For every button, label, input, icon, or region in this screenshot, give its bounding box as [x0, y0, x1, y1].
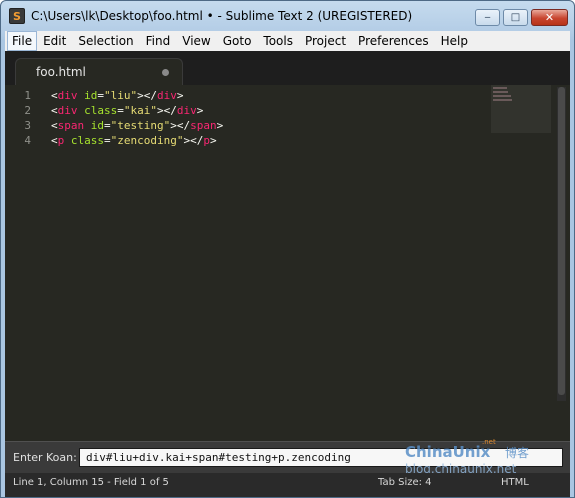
- tab-foo-html[interactable]: foo.html: [15, 58, 183, 85]
- code-token: <: [51, 89, 58, 102]
- tab-size-indicator[interactable]: Tab Size: 4: [378, 477, 432, 488]
- code-token: >: [216, 119, 224, 132]
- menu-goto[interactable]: Goto: [217, 31, 258, 51]
- code-token: id: [90, 119, 104, 132]
- code-token: div: [57, 104, 78, 117]
- vertical-scrollbar[interactable]: [557, 87, 566, 401]
- unsaved-dot-icon[interactable]: [162, 69, 169, 76]
- line-number: 2: [24, 104, 31, 117]
- code-line[interactable]: <div class="kai"></div>: [51, 103, 480, 118]
- minimap-line: [493, 99, 512, 101]
- koan-input[interactable]: div#liu+div.kai+span#testing+p.zencoding: [79, 448, 563, 467]
- title-bar[interactable]: S C:\Users\lk\Desktop\foo.html • - Subli…: [1, 1, 574, 31]
- tab-label: foo.html: [36, 65, 86, 79]
- minimap-line: [493, 95, 511, 97]
- sublime-window: S C:\Users\lk\Desktop\foo.html • - Subli…: [0, 0, 575, 498]
- code-token: "zencoding": [110, 134, 184, 147]
- cursor-position: Line 1, Column 15 - Field 1 of 5: [13, 477, 169, 488]
- code-token: class: [70, 134, 104, 147]
- menu-preferences[interactable]: Preferences: [352, 31, 435, 51]
- code-area[interactable]: <div id="liu"></div> <div class="kai"></d…: [51, 88, 480, 441]
- code-token: div: [57, 89, 78, 102]
- code-token: div: [157, 89, 177, 102]
- code-token: ></: [183, 134, 204, 147]
- code-token: >: [209, 134, 217, 147]
- editor-chrome: foo.html 1 2 3 4 <div id="liu"></div> <di…: [5, 51, 570, 497]
- minimap[interactable]: [491, 85, 551, 133]
- koan-input-panel: Enter Koan: div#liu+div.kai+span#testing…: [5, 441, 570, 473]
- code-token: ></: [157, 104, 177, 117]
- code-token: "liu": [104, 89, 138, 102]
- code-token: ></: [170, 119, 191, 132]
- code-token: =: [104, 119, 111, 132]
- menu-tools[interactable]: Tools: [257, 31, 299, 51]
- line-number: 4: [24, 134, 31, 147]
- code-editor[interactable]: 1 2 3 4 <div id="liu"></div> <div class="…: [5, 85, 570, 441]
- code-token: =: [104, 134, 111, 147]
- code-token: ></: [137, 89, 157, 102]
- code-token: class: [84, 104, 118, 117]
- code-token: <: [51, 119, 58, 132]
- code-token: "kai": [123, 104, 157, 117]
- code-token: =: [97, 89, 104, 102]
- line-number: 1: [24, 89, 31, 102]
- menu-file[interactable]: File: [7, 31, 38, 51]
- code-token: p: [203, 134, 210, 147]
- menu-help[interactable]: Help: [435, 31, 474, 51]
- menu-find[interactable]: Find: [140, 31, 177, 51]
- code-line[interactable]: <span id="testing"></span>: [51, 118, 480, 133]
- code-line[interactable]: <p class="zencoding"></p>: [51, 133, 480, 148]
- code-token: span: [190, 119, 217, 132]
- menu-view[interactable]: View: [176, 31, 216, 51]
- code-token: id: [84, 89, 98, 102]
- koan-label: Enter Koan:: [13, 451, 77, 464]
- window-title: C:\Users\lk\Desktop\foo.html • - Sublime…: [31, 9, 413, 23]
- code-token: >: [196, 104, 204, 117]
- line-number: 3: [24, 119, 31, 132]
- menu-selection[interactable]: Selection: [72, 31, 139, 51]
- menu-project[interactable]: Project: [299, 31, 352, 51]
- code-token: span: [57, 119, 85, 132]
- minimap-line: [493, 87, 507, 89]
- status-bar: Line 1, Column 15 - Field 1 of 5 Tab Siz…: [5, 473, 570, 497]
- line-number-gutter: 1 2 3 4: [5, 85, 39, 441]
- tab-bar: foo.html: [5, 51, 570, 85]
- sublime-app-icon[interactable]: S: [9, 8, 25, 24]
- maximize-button[interactable]: □: [503, 9, 528, 26]
- minimize-button[interactable]: ‒: [475, 9, 500, 26]
- close-button[interactable]: ✕: [531, 9, 568, 26]
- code-token: =: [117, 104, 124, 117]
- scrollbar-thumb[interactable]: [558, 87, 565, 395]
- window-controls: ‒ □ ✕: [475, 9, 568, 26]
- code-token: >: [176, 89, 184, 102]
- minimap-line: [493, 91, 508, 93]
- code-line[interactable]: <div id="liu"></div>: [51, 88, 480, 103]
- syntax-indicator[interactable]: HTML: [501, 477, 529, 488]
- code-token: "testing": [110, 119, 171, 132]
- code-token: div: [176, 104, 197, 117]
- code-token: <: [51, 134, 58, 147]
- menu-edit[interactable]: Edit: [37, 31, 72, 51]
- code-token: <: [51, 104, 58, 117]
- menu-bar: File Edit Selection Find View Goto Tools…: [5, 31, 570, 51]
